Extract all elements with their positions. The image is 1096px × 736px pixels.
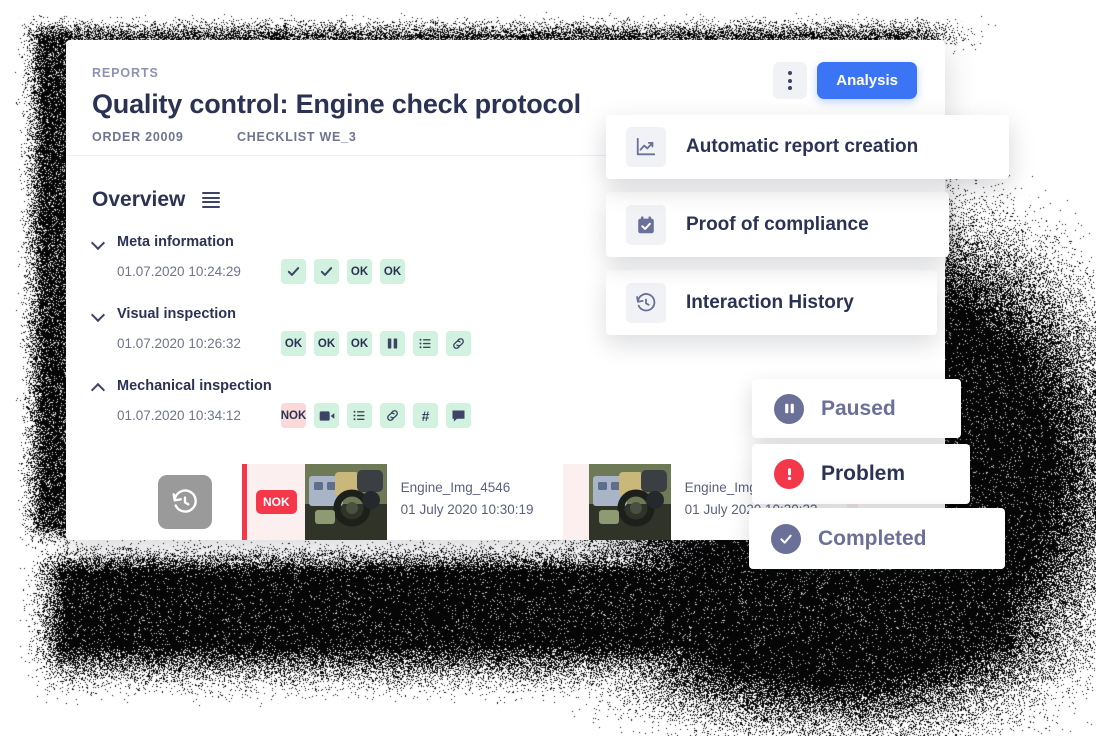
badge-group: OK OK OK <box>281 331 471 356</box>
ok-text-badge[interactable]: OK <box>380 259 405 284</box>
header-actions: Analysis <box>773 62 917 99</box>
video-camera-glyph <box>319 410 335 422</box>
check-glyph <box>286 264 301 279</box>
attachment-name: Engine_Img_4546 <box>401 480 549 495</box>
status-card-completed[interactable]: Completed <box>749 508 1005 569</box>
badge-text: OK <box>285 338 302 350</box>
link-icon[interactable] <box>380 403 405 428</box>
badge-text: OK <box>351 266 368 278</box>
link-glyph <box>385 408 400 423</box>
chart-trend-glyph <box>635 136 657 158</box>
checklist-id: CHECKLIST WE_3 <box>237 130 357 144</box>
history-clock-glyph <box>171 488 199 516</box>
badge-text: OK <box>351 338 368 350</box>
link-icon[interactable] <box>446 331 471 356</box>
kebab-dot <box>788 71 792 75</box>
calendar-check-glyph <box>635 214 657 236</box>
overview-title: Overview <box>92 188 185 212</box>
engine-photo-thumbnail[interactable] <box>305 464 387 540</box>
ok-text-badge[interactable]: OK <box>347 259 372 284</box>
check-icon[interactable] <box>281 259 306 284</box>
status-card-paused[interactable]: Paused <box>752 379 961 438</box>
calendar-check-icon <box>626 205 666 245</box>
list-icon[interactable] <box>347 403 372 428</box>
section-timestamp: 01.07.2020 10:26:32 <box>117 336 281 351</box>
engine-photo-thumbnail[interactable] <box>589 464 671 540</box>
pause-glyph <box>783 402 796 415</box>
menu-item-label: Interaction History <box>686 292 854 314</box>
chevron-down-icon[interactable] <box>92 236 105 249</box>
attachment-date: 01 July 2020 10:30:19 <box>401 502 549 517</box>
check-glyph <box>778 531 794 547</box>
menu-item-interaction-history[interactable]: Interaction History <box>606 270 937 335</box>
ok-text-badge[interactable]: OK <box>347 331 372 356</box>
badge-text: OK <box>384 266 401 278</box>
section-name: Mechanical inspection <box>117 378 272 394</box>
comment-glyph <box>451 409 466 423</box>
section-timestamp: 01.07.2020 10:24:29 <box>117 264 281 279</box>
attachment-item[interactable]: Engine_Img_4546 01 July 2020 10:30:19 <box>305 464 563 540</box>
pause-icon[interactable] <box>380 331 405 356</box>
status-label: Problem <box>821 462 905 486</box>
list-icon[interactable] <box>413 331 438 356</box>
badge-group: OK OK <box>281 259 405 284</box>
hash-glyph: # <box>422 409 430 423</box>
history-clock-glyph <box>635 292 657 314</box>
ok-text-badge[interactable]: OK <box>314 331 339 356</box>
order-number: ORDER 20009 <box>92 130 237 144</box>
hamburger-line <box>202 192 220 194</box>
menu-item-automatic-report-creation[interactable]: Automatic report creation <box>606 115 1009 179</box>
list-glyph <box>418 336 433 351</box>
history-clock-icon <box>626 283 666 323</box>
kebab-dot <box>788 86 792 90</box>
engine-photo-art <box>305 464 387 540</box>
status-badge: NOK <box>256 490 297 514</box>
menu-item-label: Proof of compliance <box>686 214 869 236</box>
badge-text: NOK <box>281 410 307 422</box>
pause-glyph <box>386 337 399 350</box>
section-name: Meta information <box>117 234 234 250</box>
analysis-button[interactable]: Analysis <box>817 62 917 99</box>
badge-group: NOK # <box>281 403 471 428</box>
attachment-gap <box>563 464 589 540</box>
history-clock-icon[interactable] <box>158 475 212 529</box>
hamburger-line <box>202 206 220 208</box>
nok-text-badge[interactable]: NOK <box>281 403 306 428</box>
chevron-up-icon[interactable] <box>92 380 105 393</box>
pause-circle-icon <box>774 394 804 424</box>
list-glyph <box>352 408 367 423</box>
engine-photo-art <box>589 464 671 540</box>
check-glyph <box>319 264 334 279</box>
ok-text-badge[interactable]: OK <box>281 331 306 356</box>
status-card-problem[interactable]: Problem <box>752 444 970 504</box>
hamburger-list-icon[interactable] <box>202 192 220 208</box>
badge-text: OK <box>318 338 335 350</box>
attachment-meta: Engine_Img_4546 01 July 2020 10:30:19 <box>387 464 563 540</box>
status-label: Completed <box>818 527 927 551</box>
kebab-menu-icon[interactable] <box>773 62 807 99</box>
check-icon[interactable] <box>314 259 339 284</box>
hamburger-line <box>202 201 220 203</box>
exclamation-circle-icon <box>774 459 804 489</box>
section-name: Visual inspection <box>117 306 236 322</box>
chevron-down-icon[interactable] <box>92 308 105 321</box>
hash-icon[interactable]: # <box>413 403 438 428</box>
kebab-dot <box>788 79 792 83</box>
hamburger-line <box>202 197 220 199</box>
video-camera-icon[interactable] <box>314 403 339 428</box>
comment-icon[interactable] <box>446 403 471 428</box>
chart-trend-icon <box>626 127 666 167</box>
menu-item-proof-of-compliance[interactable]: Proof of compliance <box>606 192 949 257</box>
status-label: Paused <box>821 397 896 421</box>
check-circle-icon <box>771 524 801 554</box>
link-glyph <box>451 336 466 351</box>
section-timestamp: 01.07.2020 10:34:12 <box>117 408 281 423</box>
menu-item-label: Automatic report creation <box>686 136 918 158</box>
exclamation-glyph <box>783 466 796 482</box>
